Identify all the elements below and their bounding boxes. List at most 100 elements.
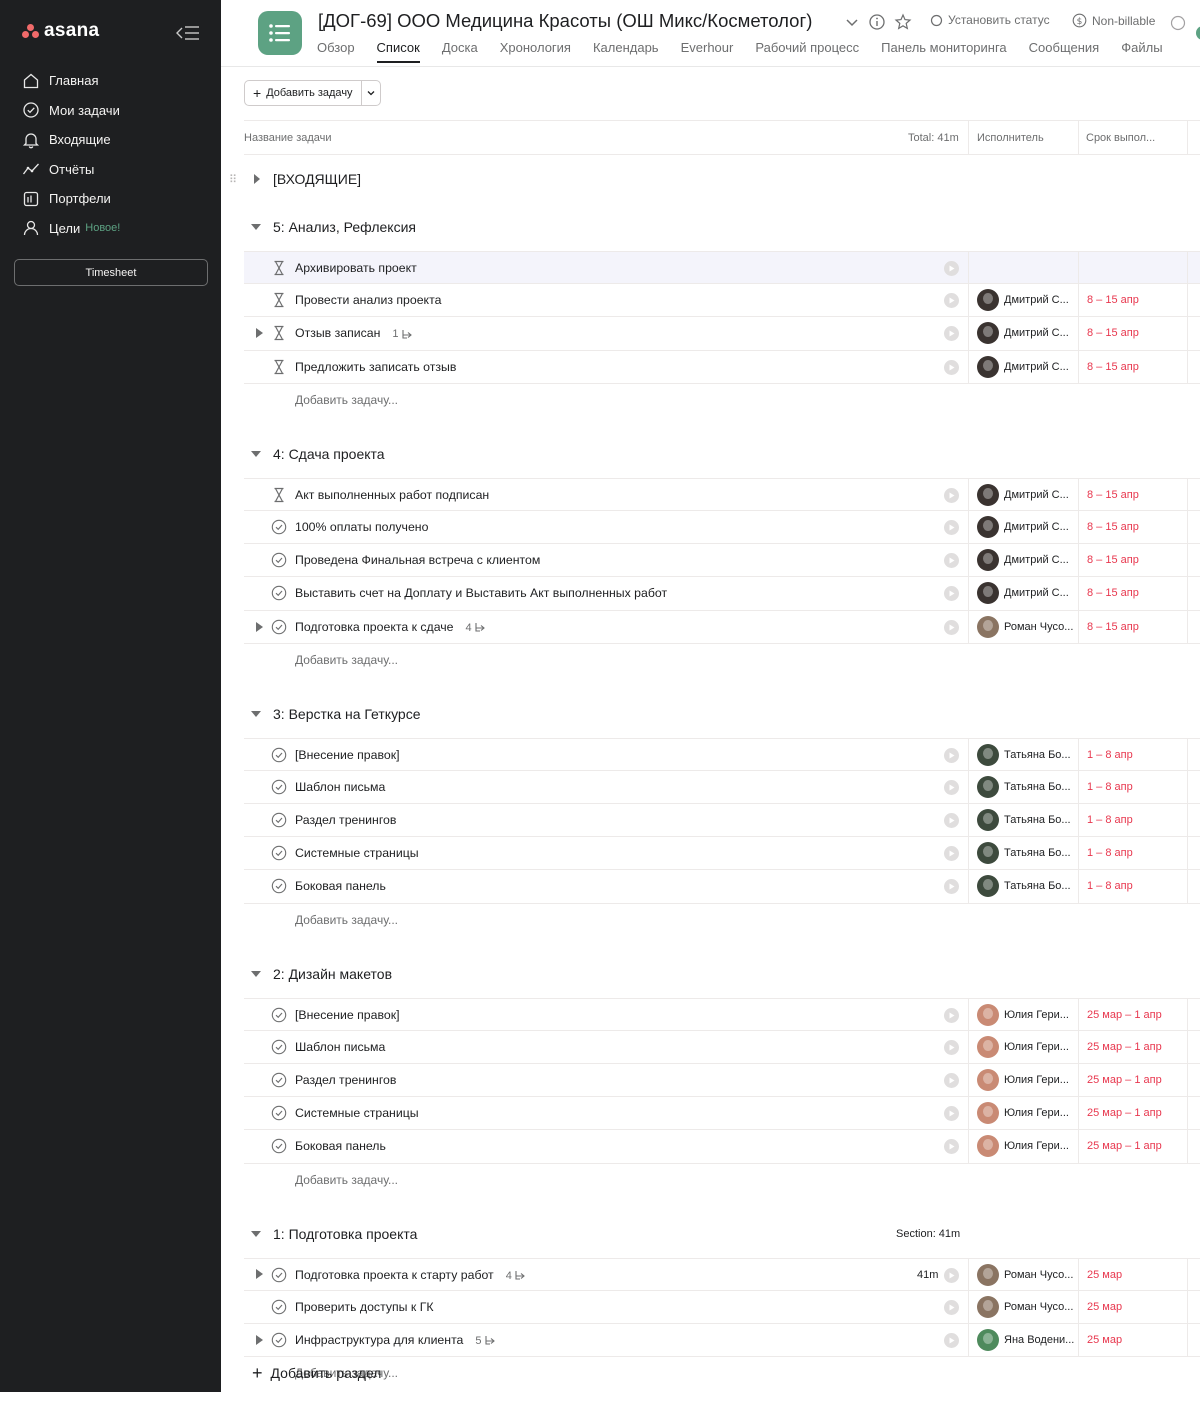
expand-subtasks-icon[interactable] [256, 1259, 263, 1290]
timer-play-icon[interactable] [944, 586, 959, 602]
timer-play-icon[interactable] [944, 1007, 959, 1023]
milestone-hourglass-icon[interactable] [271, 487, 287, 503]
collapse-sidebar-icon[interactable] [176, 24, 200, 42]
complete-checkbox-icon[interactable] [271, 619, 287, 635]
add-task-row[interactable]: Добавить задачу... [244, 384, 1200, 417]
expand-subtasks-icon[interactable] [256, 1324, 263, 1356]
section-header[interactable]: 4: Сдача проекта [221, 430, 1200, 478]
timer-play-icon[interactable] [944, 261, 959, 276]
due-date[interactable]: 25 мар [1087, 1301, 1122, 1313]
subtask-count[interactable]: 4 [506, 1270, 526, 1282]
sidebar-item-reports[interactable]: Отчёты [14, 155, 208, 185]
complete-checkbox-icon[interactable] [271, 1105, 287, 1121]
task-name[interactable]: Системные страницы [295, 846, 419, 860]
due-date[interactable]: 25 мар [1087, 1269, 1122, 1281]
milestone-hourglass-icon[interactable] [271, 260, 287, 276]
due-date[interactable]: 25 мар [1087, 1334, 1122, 1346]
timesheet-button[interactable]: Timesheet [14, 259, 208, 286]
section-title[interactable]: [ВХОДЯЩИЕ] [273, 171, 361, 187]
expand-subtasks-icon[interactable] [256, 317, 263, 349]
due-date[interactable]: 1 – 8 апр [1087, 781, 1133, 793]
complete-checkbox-icon[interactable] [271, 1072, 287, 1088]
timer-play-icon[interactable] [944, 293, 959, 309]
task-name[interactable]: 100% оплаты получено [295, 520, 428, 534]
timer-play-icon[interactable] [944, 1039, 959, 1055]
section-title[interactable]: 1: Подготовка проекта [273, 1226, 417, 1242]
assignee[interactable]: Дмитрий С... [977, 483, 1069, 506]
timer-play-icon[interactable] [944, 1267, 959, 1283]
sidebar-item-goals[interactable]: Цели Новое! [14, 214, 208, 244]
task-name[interactable]: Архивировать проект [295, 261, 417, 275]
task-name[interactable]: Раздел тренингов [295, 1073, 396, 1087]
assignee[interactable]: Татьяна Бо... [977, 775, 1071, 798]
tab-list[interactable]: Список [376, 40, 420, 63]
add-task-row[interactable]: Добавить задачу... [244, 1164, 1200, 1197]
complete-checkbox-icon[interactable] [271, 552, 287, 568]
due-date[interactable]: 25 мар – 1 апр [1087, 1041, 1162, 1053]
task-row[interactable]: Раздел тренингов Татьяна Бо... 1 – 8 апр [244, 804, 1200, 838]
complete-checkbox-icon[interactable] [271, 878, 287, 894]
set-status-button[interactable]: Установить статус [930, 13, 1050, 27]
user-avatar-edge[interactable] [1196, 26, 1200, 40]
due-date[interactable]: 25 мар – 1 апр [1087, 1107, 1162, 1119]
timer-play-icon[interactable] [944, 813, 959, 829]
task-name[interactable]: Боковая панель [295, 1139, 386, 1153]
assignee[interactable]: Дмитрий С... [977, 515, 1069, 538]
task-name[interactable]: Предложить записать отзыв [295, 360, 456, 374]
complete-checkbox-icon[interactable] [271, 585, 287, 601]
complete-checkbox-icon[interactable] [271, 747, 287, 763]
tab-dashboard[interactable]: Панель мониторинга [881, 40, 1007, 63]
due-date[interactable]: 8 – 15 апр [1087, 521, 1139, 533]
sidebar-item-home[interactable]: Главная [14, 66, 208, 96]
complete-checkbox-icon[interactable] [271, 812, 287, 828]
assignee[interactable]: Юлия Гери... [977, 1003, 1069, 1026]
add-task-row[interactable]: Добавить задачу... [244, 1357, 1200, 1390]
task-name[interactable]: Проверить доступы к ГК [295, 1300, 434, 1314]
tab-workflow[interactable]: Рабочий процесс [755, 40, 859, 63]
timer-play-icon[interactable] [944, 519, 959, 535]
add-task-row[interactable]: Добавить задачу... [244, 904, 1200, 937]
collapse-triangle-icon[interactable] [251, 690, 261, 738]
task-row[interactable]: Архивировать проект [244, 251, 1200, 285]
task-name[interactable]: [Внесение правок] [295, 1008, 400, 1022]
section-header[interactable]: 3: Верстка на Геткурсе [221, 690, 1200, 738]
due-date[interactable]: 1 – 8 апр [1087, 847, 1133, 859]
task-row[interactable]: Акт выполненных работ подписан Дмитрий С.… [244, 477, 1200, 511]
due-date[interactable]: 8 – 15 апр [1087, 587, 1139, 599]
task-row[interactable]: Шаблон письма Татьяна Бо... 1 – 8 апр [244, 770, 1200, 805]
task-row[interactable]: Проведена Финальная встреча с клиентом Дм… [244, 544, 1200, 578]
complete-checkbox-icon[interactable] [271, 1267, 287, 1283]
task-name[interactable]: Акт выполненных работ подписан [295, 488, 489, 502]
due-date[interactable]: 1 – 8 апр [1087, 880, 1133, 892]
drag-handle-icon[interactable]: ⠿ [229, 173, 237, 186]
collapse-triangle-icon[interactable] [251, 1210, 261, 1258]
info-icon[interactable] [868, 13, 886, 31]
task-row[interactable]: Выставить счет на Доплату и Выставить Ак… [244, 577, 1200, 611]
add-section-button[interactable]: + Добавить раздел [252, 1364, 381, 1382]
add-task-row[interactable]: Добавить задачу... [244, 644, 1200, 677]
section-header[interactable]: 5: Анализ, Рефлексия [221, 203, 1200, 251]
complete-checkbox-icon[interactable] [271, 1007, 287, 1023]
task-row[interactable]: 100% оплаты получено Дмитрий С... 8 – 15 а… [244, 510, 1200, 545]
timer-play-icon[interactable] [944, 553, 959, 569]
section-title[interactable]: 5: Анализ, Рефлексия [273, 219, 416, 235]
add-task-button[interactable]: + Добавить задачу [245, 81, 362, 105]
milestone-hourglass-icon[interactable] [271, 359, 287, 375]
collapse-triangle-icon[interactable] [251, 430, 261, 478]
timer-play-icon[interactable] [944, 879, 959, 895]
timer-play-icon[interactable] [944, 1073, 959, 1088]
due-date[interactable]: 8 – 15 апр [1087, 554, 1139, 566]
due-date[interactable]: 8 – 15 апр [1087, 621, 1139, 633]
task-name[interactable]: Шаблон письма [295, 1040, 385, 1054]
complete-checkbox-icon[interactable] [271, 1039, 287, 1055]
assignee[interactable]: Дмитрий С... [977, 322, 1069, 345]
add-task-dropdown[interactable] [362, 88, 380, 98]
timer-play-icon[interactable] [944, 846, 959, 862]
task-name[interactable]: Подготовка проекта к сдаче 4 [295, 620, 486, 634]
task-name[interactable]: Отзыв записан 1 [295, 326, 413, 340]
section-header[interactable]: 1: Подготовка проекта Section: 41m [221, 1210, 1200, 1258]
task-name[interactable]: Боковая панель [295, 879, 386, 893]
tab-everhour[interactable]: Everhour [681, 40, 734, 63]
expand-icon[interactable] [253, 155, 261, 203]
timer-play-icon[interactable] [944, 619, 959, 635]
